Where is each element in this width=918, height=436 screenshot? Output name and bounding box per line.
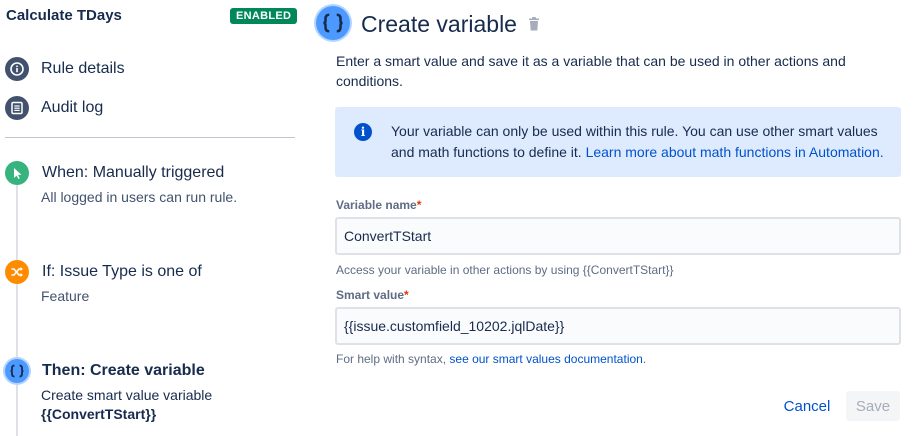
step-action-detail: {{ConvertTStart}} — [41, 406, 157, 422]
smart-value-help-text: For help with syntax, — [336, 352, 450, 366]
variable-name-input[interactable] — [335, 217, 901, 255]
variable-name-label: Variable name* — [336, 198, 421, 212]
step-trigger-title: When: Manually triggered — [42, 164, 225, 181]
status-badge: ENABLED — [230, 8, 298, 24]
shuffle-icon — [5, 260, 29, 284]
smart-values-docs-link[interactable]: see our smart values documentation — [449, 352, 642, 366]
info-message: i Your variable can only be used within … — [335, 107, 901, 177]
nav-rule-details-label: Rule details — [41, 60, 125, 77]
info-icon: i — [354, 123, 372, 141]
trash-icon[interactable] — [528, 16, 540, 32]
smart-value-label-text: Smart value — [336, 288, 405, 302]
info-text: Your variable can only be used within th… — [391, 121, 891, 163]
info-icon — [5, 57, 29, 81]
sidebar-divider — [5, 137, 295, 138]
step-condition-title: If: Issue Type is one of — [42, 263, 202, 280]
rule-sidebar: Calculate TDays ENABLED Rule details Aud… — [0, 0, 300, 436]
required-mark: * — [404, 288, 409, 302]
smart-value-label: Smart value* — [336, 288, 409, 302]
step-action-title: Then: Create variable — [42, 362, 205, 379]
step-trigger-subtitle: All logged in users can run rule. — [41, 189, 238, 205]
rule-title: Calculate TDays — [6, 7, 122, 24]
list-icon — [5, 96, 29, 120]
required-mark: * — [416, 198, 422, 212]
nav-audit-log-label: Audit log — [41, 99, 104, 116]
rule-timeline — [16, 185, 18, 436]
cancel-button[interactable]: Cancel — [776, 391, 838, 421]
nav-audit-log[interactable]: Audit log — [5, 95, 103, 121]
smart-value-help: For help with syntax, see our smart valu… — [336, 352, 647, 366]
math-functions-link[interactable]: Learn more about math functions in Autom… — [586, 144, 884, 160]
smart-value-input[interactable] — [335, 307, 901, 345]
panel-intro: Enter a smart value and save it as a var… — [336, 53, 846, 89]
braces-icon — [316, 6, 350, 40]
step-condition-subtitle: Feature — [41, 288, 90, 304]
step-action-subtitle: Create smart value variable — [41, 387, 213, 403]
nav-rule-details[interactable]: Rule details — [5, 56, 125, 82]
variable-name-label-text: Variable name — [336, 198, 417, 212]
page-title: Create variable — [361, 11, 517, 37]
braces-icon — [5, 359, 29, 383]
cursor-icon — [5, 161, 29, 185]
save-button[interactable]: Save — [846, 391, 900, 421]
variable-name-help: Access your variable in other actions by… — [336, 263, 674, 277]
